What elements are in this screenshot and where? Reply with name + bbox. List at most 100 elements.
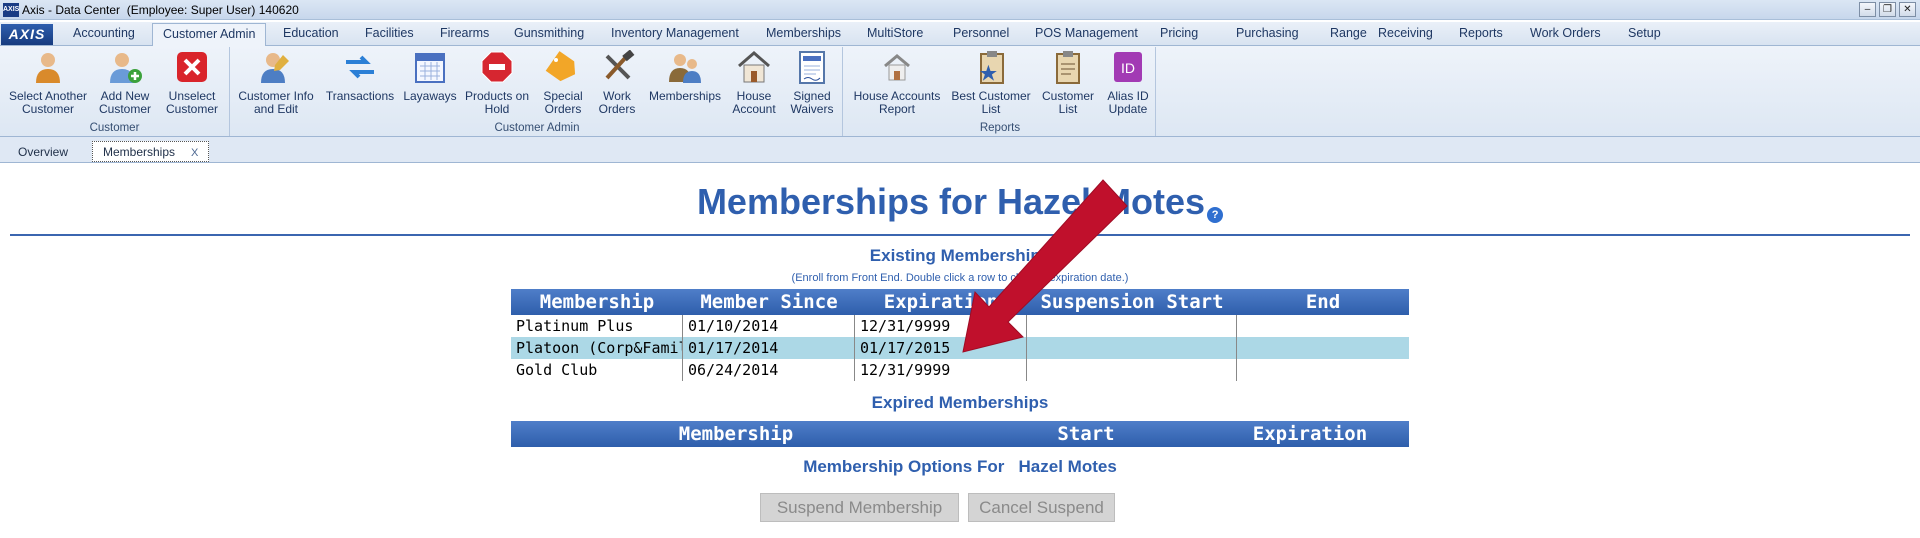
house-icon [738,51,770,83]
cell-membership: Gold Club [511,359,683,381]
window-controls: – ❐ ✕ [1859,2,1916,17]
column-header-member-since[interactable]: Member Since [683,289,855,315]
menu-tab-receiving[interactable]: Receiving [1378,26,1433,40]
menu-tab-memberships[interactable]: Memberships [766,26,841,40]
select-another-customer-button[interactable]: Select Another Customer [8,50,88,116]
stop-sign-icon [481,51,513,83]
tab-memberships[interactable]: Memberships X [92,141,210,162]
alias-id-update-button[interactable]: ID Alias ID Update [1101,50,1155,116]
customer-info-and-edit-button[interactable]: Customer Info and Edit [236,50,316,116]
cancel-suspend-button[interactable]: Cancel Suspend [968,493,1115,522]
work-orders-button[interactable]: Work Orders [593,49,641,116]
cell-membership: Platinum Plus [511,315,683,337]
cell-expiration: 12/31/9999 [855,315,1027,337]
ribbon-group-reports: House Accounts Report Best Customer List… [845,47,1156,136]
table-row[interactable]: Platoon (Corp&Family) 01/17/2014 01/17/2… [511,337,1409,359]
column-header-start[interactable]: Start [961,421,1211,447]
tools-icon [605,49,635,80]
menu-tab-multistore[interactable]: MultiStore [867,26,923,40]
column-header-expiration[interactable]: Expiration [1211,421,1409,447]
menu-tab-pricing[interactable]: Pricing [1160,26,1198,40]
customer-list-button[interactable]: Customer List [1036,50,1100,116]
app-logo-icon: AXIS [3,3,19,17]
cell-membership: Platoon (Corp&Family) [511,337,683,359]
menu-tab-range[interactable]: Range [1330,26,1367,40]
column-header-membership[interactable]: Membership [511,289,683,315]
menu-tab-accounting[interactable]: Accounting [73,26,135,40]
menu-tab-gunsmithing[interactable]: Gunsmithing [514,26,584,40]
cell-end [1237,337,1409,359]
grid-header: Membership Start Expiration [511,421,1409,447]
suspend-membership-button[interactable]: Suspend Membership [760,493,959,522]
existing-memberships-note: (Enroll from Front End. Double click a r… [791,272,1129,284]
menu-tab-personnel[interactable]: Personnel [953,26,1009,40]
ribbon-group-label-reports: Reports [979,122,1021,134]
cell-member-since: 01/17/2014 [683,337,855,359]
document-tabbar: Overview Memberships X [0,137,1920,163]
red-x-icon [177,52,207,82]
menu-tab-customer-admin[interactable]: Customer Admin [152,23,267,47]
expired-memberships-grid: Membership Start Expiration [511,421,1409,447]
window-title: Axis - Data Center (Employee: Super User… [22,3,299,17]
cell-member-since: 06/24/2014 [683,359,855,381]
ribbon-group-customer: Select Another Customer Add New Customer… [0,47,230,136]
cell-end [1237,315,1409,337]
expired-memberships-heading: Expired Memberships [871,393,1049,412]
house-accounts-report-button[interactable]: House Accounts Report [853,50,941,116]
clipboard-icon [1056,51,1080,84]
menubar: AXIS Accounting Customer Admin Education… [0,22,1920,47]
ribbon-group-customer-admin: Customer Info and Edit Transactions Laya… [232,47,843,136]
window-titlebar: AXIS Axis - Data Center (Employee: Super… [0,0,1920,20]
menu-tab-work-orders[interactable]: Work Orders [1530,26,1601,40]
menu-tab-firearms[interactable]: Firearms [440,26,489,40]
unselect-customer-button[interactable]: Unselect Customer [162,50,222,116]
tab-overview[interactable]: Overview [8,142,78,163]
column-header-end[interactable]: End [1237,289,1409,315]
svg-text:ID: ID [1121,60,1135,76]
existing-memberships-grid: Membership Member Since Expiration Suspe… [511,289,1409,381]
table-row[interactable]: Platinum Plus 01/10/2014 12/31/9999 [511,315,1409,337]
minimize-icon[interactable]: – [1859,2,1876,17]
page-title: Memberships for Hazel Motes? [0,181,1920,223]
help-icon[interactable]: ? [1207,207,1224,223]
table-row[interactable]: Gold Club 06/24/2014 12/31/9999 [511,359,1409,381]
house-report-icon [884,54,910,81]
restore-icon[interactable]: ❐ [1879,2,1896,17]
id-badge-icon: ID [1114,52,1142,82]
menu-tab-pos-management[interactable]: POS Management [1035,26,1138,40]
special-orders-button[interactable]: Special Orders [536,50,590,116]
column-header-suspension-start[interactable]: Suspension Start [1027,289,1237,315]
memberships-button[interactable]: Memberships [644,50,726,103]
add-new-customer-button[interactable]: Add New Customer [95,50,155,116]
column-header-membership[interactable]: Membership [511,421,961,447]
menu-tab-setup[interactable]: Setup [1628,26,1661,40]
menu-tab-facilities[interactable]: Facilities [365,26,414,40]
signed-waivers-button[interactable]: Signed Waivers [785,50,839,116]
cell-suspension-start [1027,359,1237,381]
ribbon-group-label-customer-admin: Customer Admin [494,122,580,134]
axis-logo-icon[interactable]: AXIS [1,24,53,45]
layaways-button[interactable]: Layaways [400,50,460,103]
cell-member-since: 01/10/2014 [683,315,855,337]
menu-tab-purchasing[interactable]: Purchasing [1236,26,1299,40]
members-icon [669,54,701,83]
cell-expiration: 01/17/2015 [855,337,1027,359]
transactions-button[interactable]: Transactions [324,50,396,103]
close-tab-icon[interactable]: X [191,147,198,159]
cell-suspension-start [1027,315,1237,337]
cell-suspension-start [1027,337,1237,359]
column-header-expiration[interactable]: Expiration [855,289,1027,315]
grid-header: Membership Member Since Expiration Suspe… [511,289,1409,315]
special-tag-icon [545,51,576,82]
transfer-arrows-icon [346,55,374,79]
menu-tab-reports[interactable]: Reports [1459,26,1503,40]
title-divider [10,234,1910,236]
membership-options-heading: Membership Options For Hazel Motes [803,457,1117,476]
menu-tab-education[interactable]: Education [283,26,339,40]
close-icon[interactable]: ✕ [1899,2,1916,17]
house-account-button[interactable]: House Account [729,50,779,116]
cell-expiration: 12/31/9999 [855,359,1027,381]
best-customer-list-button[interactable]: Best Customer List [950,50,1032,116]
products-on-hold-button[interactable]: Products on Hold [461,50,533,116]
menu-tab-inventory-management[interactable]: Inventory Management [611,26,739,40]
